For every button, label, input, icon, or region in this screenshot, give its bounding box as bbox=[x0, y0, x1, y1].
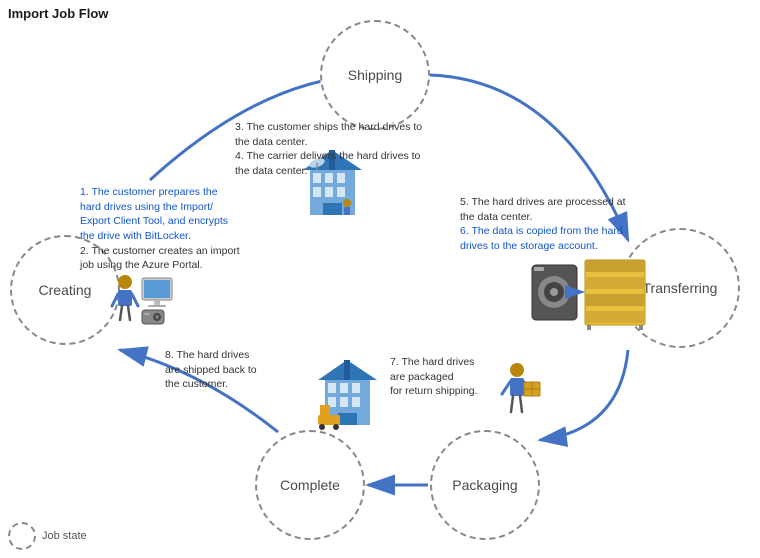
diagram-container: Shipping Creating Transferring Complete … bbox=[0, 0, 760, 540]
legend-label: Job state bbox=[42, 530, 87, 542]
state-packaging: Packaging bbox=[430, 430, 540, 540]
annotation-step7: 7. The hard drives are packaged for retu… bbox=[390, 355, 500, 399]
complete-label: Complete bbox=[280, 477, 340, 493]
creating-label: Creating bbox=[39, 282, 92, 298]
user-computer-icon bbox=[110, 270, 180, 328]
state-complete: Complete bbox=[255, 430, 365, 540]
annotation-step5-6: 5. The hard drives are processed at the … bbox=[460, 195, 635, 254]
storage-icon bbox=[530, 255, 650, 333]
packaging-label: Packaging bbox=[452, 477, 517, 493]
annotation-step8: 8. The hard drives are shipped back to t… bbox=[165, 348, 290, 392]
datacenter-icon-center bbox=[310, 355, 385, 433]
state-shipping: Shipping bbox=[320, 20, 430, 130]
annotation-step1-2: 1. The customer prepares the hard drives… bbox=[80, 185, 240, 273]
legend: Job state bbox=[8, 522, 87, 550]
transferring-label: Transferring bbox=[643, 280, 718, 296]
annotation-step3-4: 3. The customer ships the hard drives to… bbox=[235, 120, 425, 179]
shipping-label: Shipping bbox=[348, 67, 403, 83]
legend-circle bbox=[8, 522, 36, 550]
